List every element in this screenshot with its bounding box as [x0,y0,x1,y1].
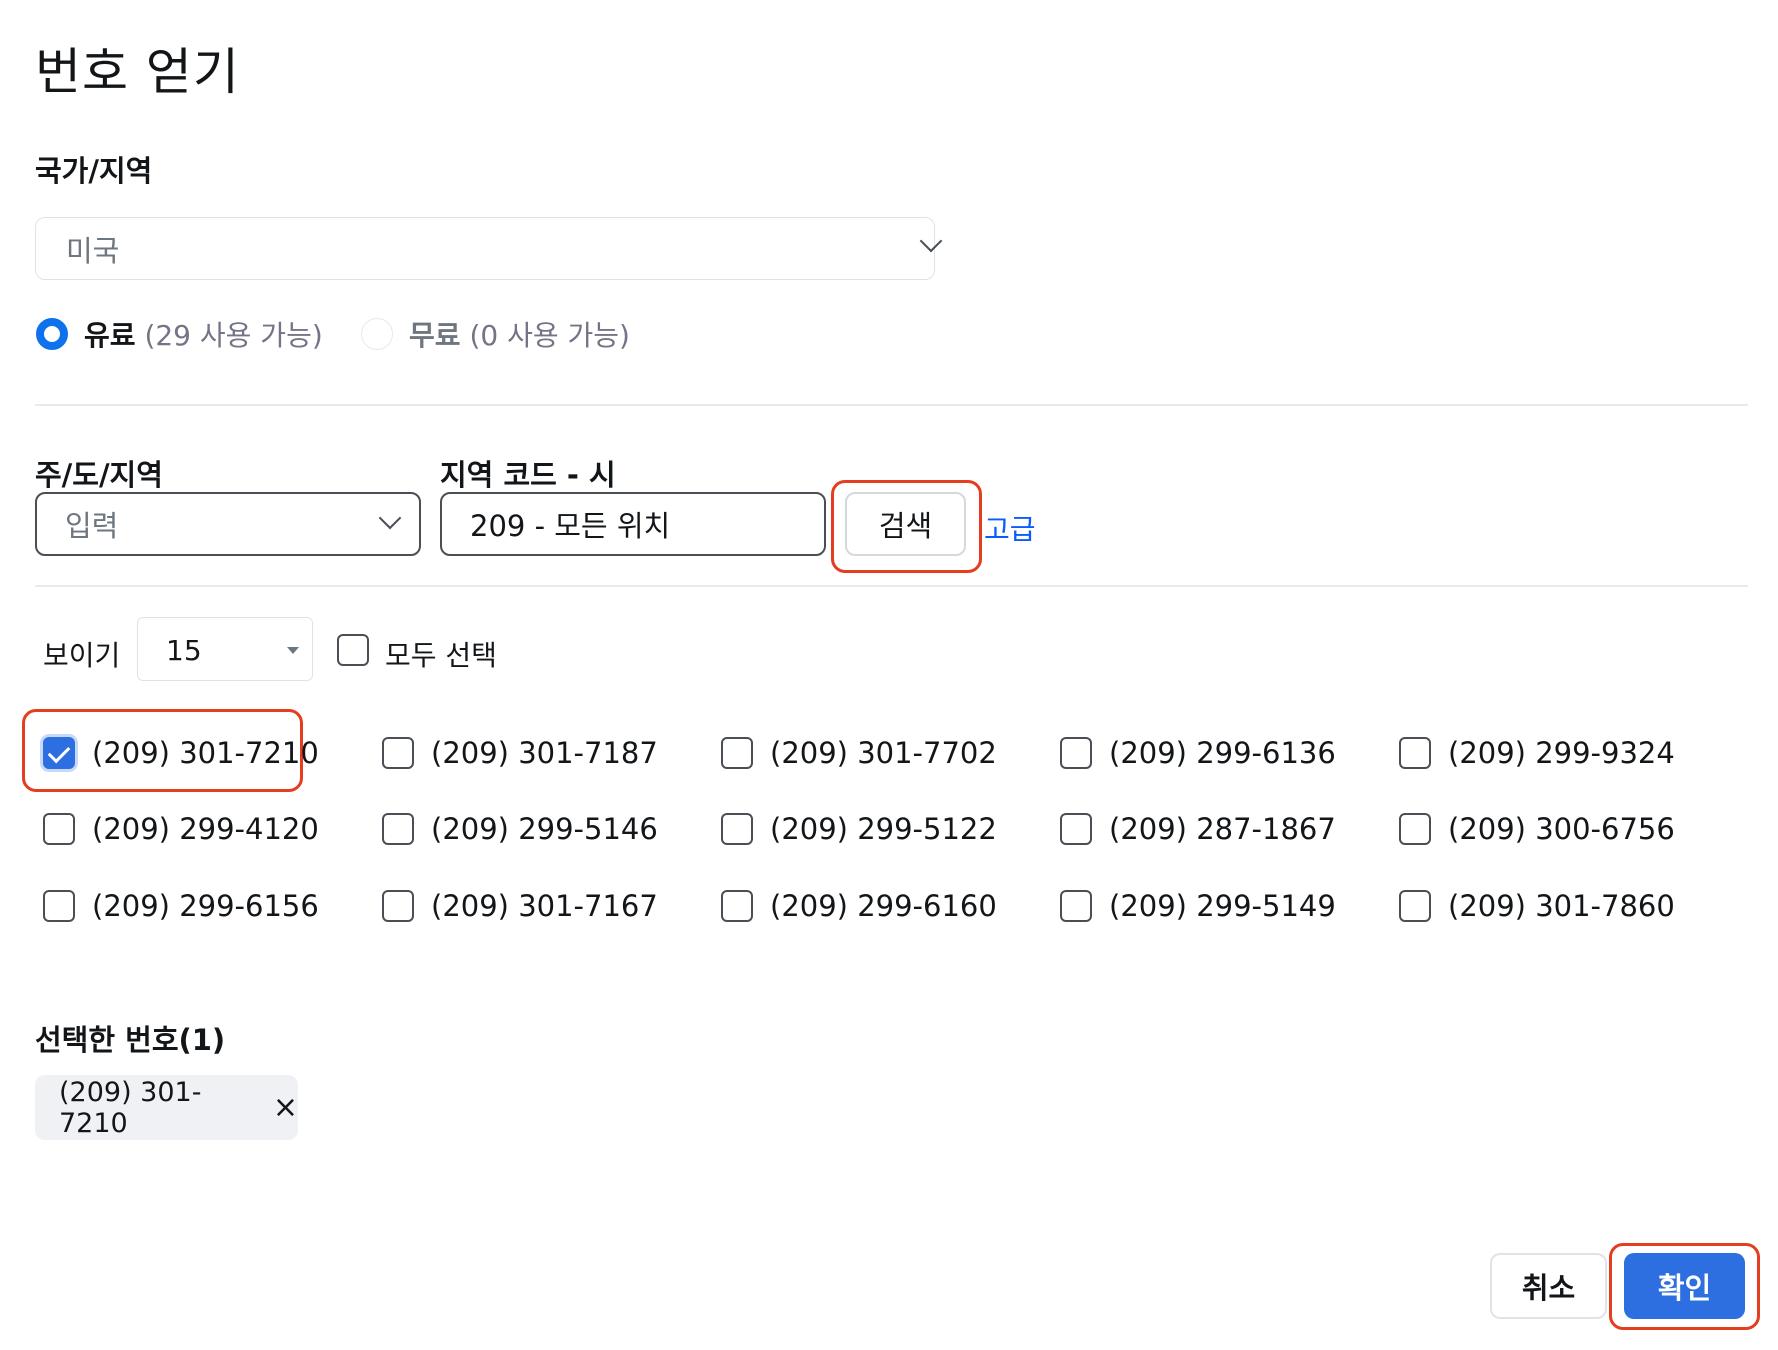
number-label[interactable]: (209) 287-1867 [1109,812,1336,846]
paid-label: 유료 [84,319,136,352]
cancel-button[interactable]: 취소 [1490,1253,1607,1319]
search-button[interactable]: 검색 [845,492,966,556]
per-page-value: 15 [166,634,202,667]
paid-count: (29 사용 가능) [144,319,323,352]
area-code-field[interactable]: 209 - 모든 위치 [440,492,826,556]
caret-down-icon [287,647,299,654]
number-label[interactable]: (209) 299-6156 [92,889,319,923]
radio-free-label[interactable]: 무료 (0 사용 가능) [409,314,630,354]
number-checkbox[interactable] [721,890,753,922]
number-checkbox[interactable] [1060,737,1092,769]
free-label: 무료 [409,319,461,352]
divider [35,585,1748,587]
radio-paid-label[interactable]: 유료 (29 사용 가능) [84,314,323,354]
number-label[interactable]: (209) 299-5122 [770,812,997,846]
dialog-title: 번호 얻기 [35,43,240,101]
number-label[interactable]: (209) 301-7702 [770,736,997,770]
state-label: 주/도/지역 [35,458,163,492]
show-label: 보이기 [43,639,121,672]
area-code-value: 209 - 모든 위치 [470,509,671,543]
confirm-button[interactable]: 확인 [1624,1253,1745,1319]
close-icon[interactable]: × [273,1090,298,1125]
number-label[interactable]: (209) 299-9324 [1448,736,1675,770]
number-checkbox[interactable] [1399,813,1431,845]
state-select[interactable]: 입력 [35,492,421,556]
number-label[interactable]: (209) 299-5146 [431,812,658,846]
country-label: 국가/지역 [35,154,153,188]
number-label[interactable]: (209) 301-7210 [92,736,319,770]
advanced-link[interactable]: 고급 [984,508,1036,548]
per-page-select[interactable]: 15 [137,617,313,681]
number-checkbox[interactable] [1060,890,1092,922]
country-value: 미국 [66,233,120,268]
number-checkbox[interactable] [382,813,414,845]
number-label[interactable]: (209) 300-6756 [1448,812,1675,846]
number-label[interactable]: (209) 299-4120 [92,812,319,846]
chevron-down-icon [919,229,943,253]
number-label[interactable]: (209) 301-7187 [431,736,658,770]
number-checkbox[interactable] [43,737,75,769]
chevron-down-icon [378,506,402,530]
number-checkbox[interactable] [1060,813,1092,845]
country-select[interactable]: 미국 [35,217,943,280]
number-checkbox[interactable] [382,737,414,769]
selected-number-chip: (209) 301-7210 × [35,1075,298,1140]
number-checkbox[interactable] [382,890,414,922]
chip-number: (209) 301-7210 [59,1076,202,1139]
area-code-label: 지역 코드 - 시 [440,458,616,492]
number-label[interactable]: (209) 299-5149 [1109,889,1336,923]
select-all-checkbox[interactable] [337,634,369,666]
radio-paid[interactable] [36,318,68,350]
number-checkbox[interactable] [43,890,75,922]
state-placeholder: 입력 [65,509,119,543]
selected-numbers-label: 선택한 번호(1) [35,1023,226,1057]
free-count: (0 사용 가능) [469,319,630,352]
radio-free[interactable] [361,318,393,350]
number-label[interactable]: (209) 301-7167 [431,889,658,923]
number-checkbox[interactable] [721,737,753,769]
number-checkbox[interactable] [721,813,753,845]
number-checkbox[interactable] [1399,737,1431,769]
number-checkbox[interactable] [43,813,75,845]
divider [35,404,1748,406]
number-label[interactable]: (209) 301-7860 [1448,889,1675,923]
number-label[interactable]: (209) 299-6136 [1109,736,1336,770]
select-all-label[interactable]: 모두 선택 [385,634,497,674]
number-label[interactable]: (209) 299-6160 [770,889,997,923]
number-checkbox[interactable] [1399,890,1431,922]
